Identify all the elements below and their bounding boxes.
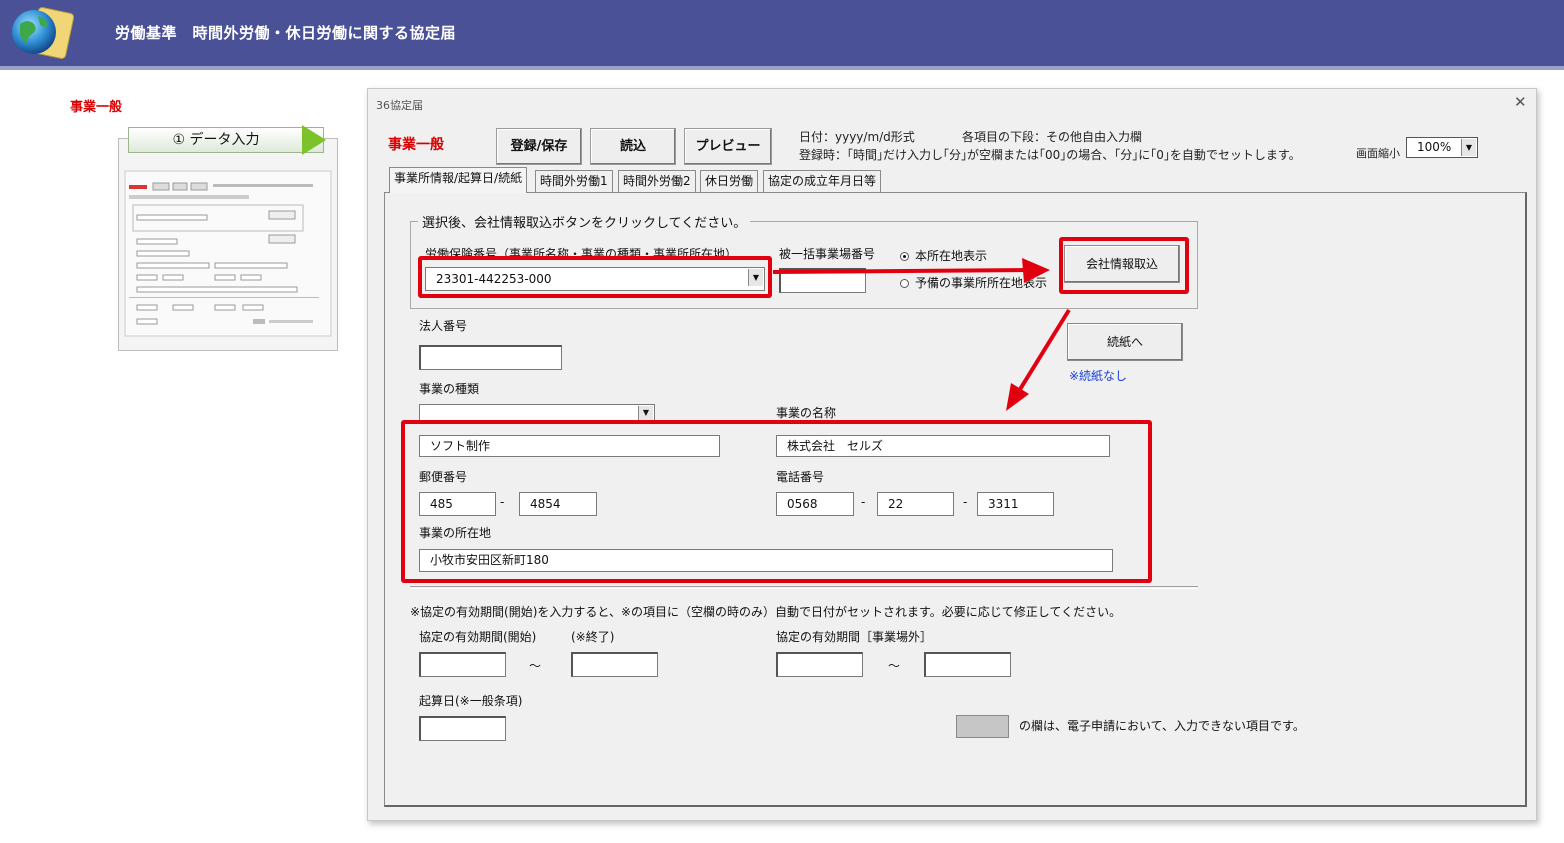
radio-selected-icon [900,252,909,261]
radio-main-address[interactable]: 本所在地表示 [900,247,987,264]
form-title: 事業一般 [388,137,444,153]
step-label: ① データ入力 [172,132,260,148]
annotation-insurance-box [418,256,772,298]
close-icon[interactable]: ✕ [1514,93,1527,111]
time-rule-note: 登録時：｢時間｣だけ入力し｢分｣が空欄または｢00｣の場合、｢分｣に｢0｣を自動… [799,148,1301,162]
corporate-number-label: 法人番号 [419,319,468,333]
annotation-import-box [1059,237,1189,294]
app-title: 労働基準 時間外労働・休日労働に関する協定届 [115,24,457,42]
arrow-right-icon [302,125,326,155]
radio-empty-icon [900,279,909,288]
continue-sheet-button[interactable]: 続紙へ [1067,323,1183,361]
zoom-value: 100% [1417,140,1452,154]
tab-office-info[interactable]: 事業所情報/起算日/続紙 [389,167,528,193]
business-type-label: 事業の種類 [419,382,480,396]
period-outside-start-field[interactable] [776,652,863,677]
preview-thumbnail[interactable] [118,138,338,351]
period-auto-fill-note: ※協定の有効期間(開始)を入力すると、※の項目に（空欄の時のみ）自動で日付がセッ… [410,605,1122,619]
continue-sheet-note: ※続紙なし [1069,369,1128,383]
lower-row-note: 各項目の下段：その他自由入力欄 [962,130,1143,144]
chevron-down-icon[interactable]: ▼ [1461,139,1476,156]
period-start-field[interactable] [419,652,506,677]
radio-alt-label: 予備の事業所所在地表示 [915,276,1048,290]
form-dialog: 36協定届 ✕ 事業一般 登録/保存 読込 プレビュー 日付：yyyy/m/d形… [367,88,1537,821]
annotation-result-box [401,420,1152,583]
tab-holiday-work[interactable]: 休日労働 [700,170,759,192]
zoom-label: 画面縮小 [1356,147,1400,160]
radio-main-label: 本所在地表示 [915,249,988,263]
period-outside-end-field[interactable] [924,652,1011,677]
group-caption: 選択後、会社情報取込ボタンをクリックしてください。 [418,212,751,231]
period-tilde: ～ [529,659,542,673]
period-start-label: 協定の有効期間(開始) [419,630,537,644]
zoom-select[interactable]: 100% ▼ [1406,137,1478,158]
ikkatsu-number-label: 被一括事業場番号 [779,247,876,261]
ikkatsu-number-field[interactable] [779,268,866,293]
radio-alt-address[interactable]: 予備の事業所所在地表示 [900,274,1047,291]
globe-folder-icon [12,7,75,59]
non-editable-swatch [956,715,1009,738]
period-end-field[interactable] [571,652,658,677]
business-name-label: 事業の名称 [776,406,837,420]
corporate-number-field[interactable] [419,345,562,370]
start-date-label: 起算日(※一般条項) [419,694,523,708]
date-format-note: 日付：yyyy/m/d形式 [799,130,915,144]
side-section-title: 事業一般 [70,100,123,115]
start-date-field[interactable] [419,716,506,741]
dialog-title: 36協定届 [376,99,423,112]
chevron-down-icon[interactable]: ▼ [638,406,653,420]
tab-agreement-date[interactable]: 協定の成立年月日等 [763,170,882,192]
period-outside-tilde: ～ [888,659,901,673]
preview-button[interactable]: プレビュー [684,128,772,165]
data-entry-step-button[interactable]: ① データ入力 [128,127,324,153]
non-editable-note: の欄は、電子申請において、入力できない項目です。 [1019,719,1305,733]
load-button[interactable]: 読込 [590,128,676,165]
thumbnail-drawing [124,170,332,337]
period-outside-label: 協定の有効期間［事業場外］ [776,630,933,644]
banner-divider [0,66,1564,70]
section-divider [410,586,1198,589]
period-end-label: (※終了) [571,630,615,644]
tab-overtime-2[interactable]: 時間外労働2 [618,170,696,192]
save-button[interactable]: 登録/保存 [496,128,582,165]
tab-overtime-1[interactable]: 時間外労働1 [535,170,613,192]
